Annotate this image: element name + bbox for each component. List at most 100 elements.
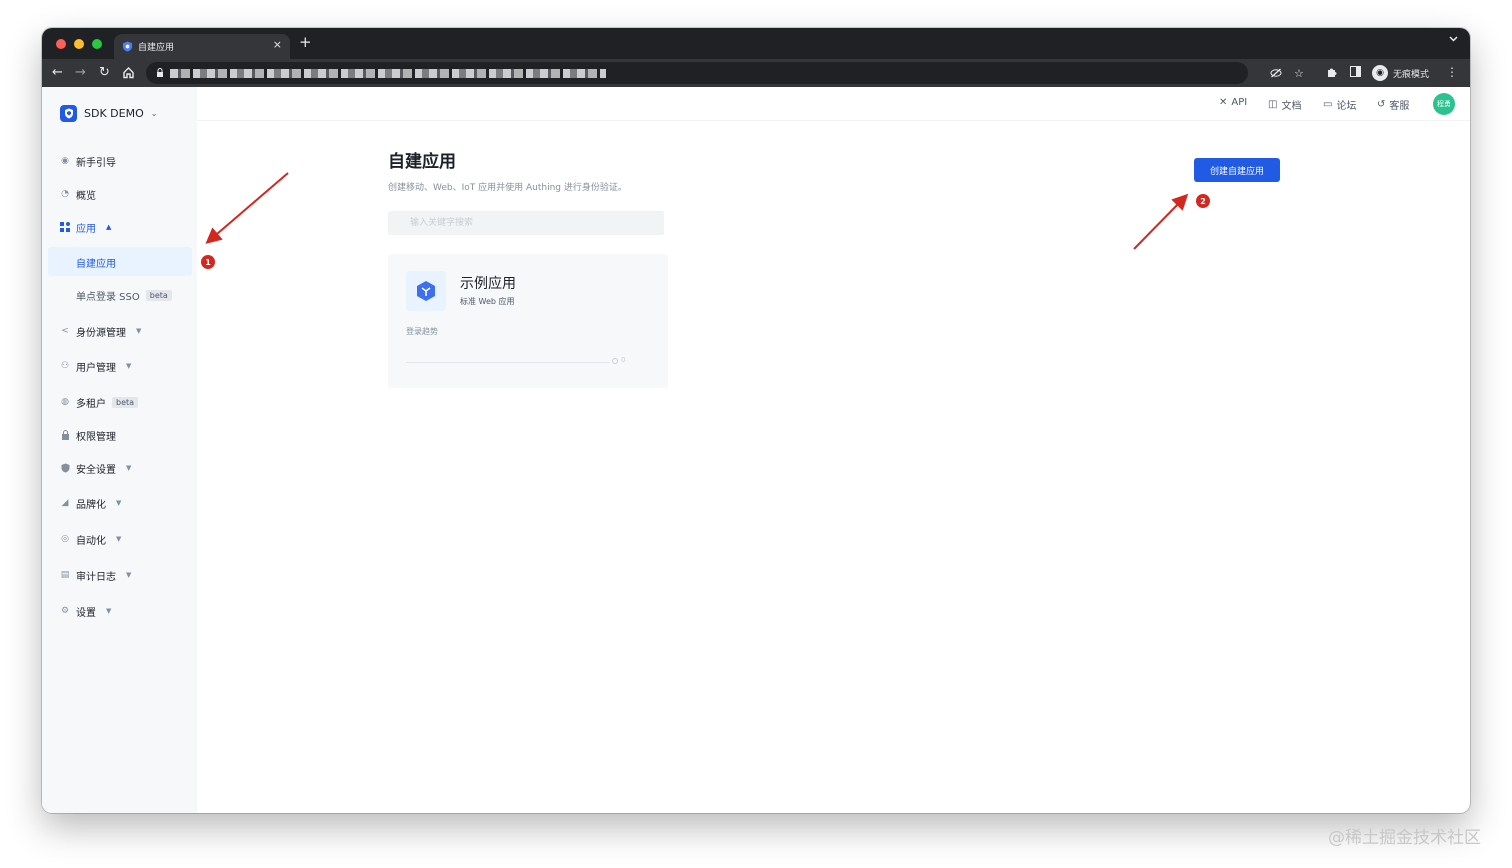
browser-tab-bar: 自建应用 × + <box>42 28 1470 59</box>
sidebar-item-label: 自建应用 <box>76 258 116 270</box>
sidebar: SDK DEMO ⌄ ◉ 新手引导 ◔ 概览 应用 ▲ 自建应用 单点登录 SS… <box>42 87 197 813</box>
api-link[interactable]: ✕ API <box>1219 97 1247 108</box>
trend-value: 0 <box>621 356 626 364</box>
api-icon: ✕ <box>1219 97 1228 108</box>
avatar[interactable]: 程勇 <box>1433 93 1455 115</box>
forum-link[interactable]: ▭ 论坛 <box>1323 97 1356 112</box>
app-type: 标准 Web 应用 <box>460 297 515 306</box>
log-icon: ▤ <box>60 570 70 580</box>
page-description: 创建移动、Web、IoT 应用并使用 Authing 进行身份验证。 <box>388 183 627 193</box>
support-link[interactable]: ↺ 客服 <box>1377 97 1409 112</box>
share-icon: < <box>61 326 69 336</box>
close-icon[interactable]: × <box>273 38 282 51</box>
trend-line <box>406 362 610 363</box>
app-card[interactable]: 示例应用 标准 Web 应用 登录趋势 0 <box>388 254 668 388</box>
pie-chart-icon: ◔ <box>61 189 69 199</box>
sidebar-item-guide[interactable]: ◉ 新手引导 <box>60 153 116 169</box>
brand-name: SDK DEMO <box>84 107 144 120</box>
back-arrow-icon[interactable]: ← <box>52 65 63 81</box>
sidebar-item-identity-sources[interactable]: < 身份源管理 ▼ <box>60 323 141 339</box>
window-controls <box>56 39 102 49</box>
sidebar-item-label: 新手引导 <box>76 157 116 169</box>
sidebar-item-label: 审计日志 <box>76 571 116 583</box>
sidebar-item-permissions[interactable]: 权限管理 <box>60 427 116 443</box>
sidebar-item-label: 单点登录 SSO <box>76 291 140 303</box>
app-name: 示例应用 <box>460 276 516 292</box>
forward-arrow-icon[interactable]: → <box>75 65 86 81</box>
globe-icon: ◍ <box>61 397 69 407</box>
create-app-button[interactable]: 创建自建应用 <box>1194 158 1280 182</box>
annotation-marker-2: 2 <box>1196 194 1210 208</box>
browser-tab[interactable]: 自建应用 × <box>114 34 290 59</box>
sidebar-item-label: 自动化 <box>76 535 106 547</box>
top-nav: ✕ API ◫ 文档 ▭ 论坛 ↺ 客服 程勇 <box>197 87 1470 121</box>
gear-icon: ⚙ <box>60 606 70 616</box>
sidebar-subitem-sso[interactable]: 单点登录 SSO beta <box>76 287 172 303</box>
new-tab-button[interactable]: + <box>299 33 312 51</box>
brand-logo-icon <box>60 105 77 122</box>
close-window-button[interactable] <box>56 39 66 49</box>
sidebar-item-label: 身份源管理 <box>76 327 126 339</box>
home-icon[interactable] <box>122 66 135 79</box>
sidebar-item-label: 概览 <box>76 190 96 202</box>
sidebar-item-label: 品牌化 <box>76 499 106 511</box>
browser-toolbar: ← → ↻ ☆ ◉ 无痕模式 ⋮ <box>42 59 1470 87</box>
chevron-down-icon: ▼ <box>116 499 122 507</box>
address-bar[interactable]: ☆ <box>146 62 1304 84</box>
sidebar-item-branding[interactable]: ◢ 品牌化 ▼ <box>60 495 122 511</box>
sidebar-item-automation[interactable]: ◎ 自动化 ▼ <box>60 531 121 547</box>
sidebar-item-users[interactable]: ⚇ 用户管理 ▼ <box>60 358 131 374</box>
trend-point <box>612 358 618 364</box>
automation-icon: ◎ <box>61 534 69 544</box>
sidebar-item-label: 应用 <box>76 223 96 235</box>
chevron-down-icon: ▼ <box>126 464 132 472</box>
sidebar-item-label: 多租户 <box>76 398 106 410</box>
org-chart-icon: ⚇ <box>60 361 70 371</box>
shield-icon <box>60 463 70 473</box>
headset-icon: ↺ <box>1377 99 1386 110</box>
lock-icon <box>60 430 70 440</box>
chevron-up-icon: ▲ <box>106 223 112 231</box>
incognito-icon: ◉ <box>1372 65 1388 81</box>
brush-icon: ◢ <box>61 498 69 508</box>
book-icon: ◫ <box>1268 99 1278 110</box>
blurred-url <box>170 69 606 78</box>
sidebar-item-apps[interactable]: 应用 ▲ <box>60 219 111 235</box>
sidebar-item-audit-logs[interactable]: ▤ 审计日志 ▼ <box>60 567 132 583</box>
tab-title: 自建应用 <box>138 43 175 53</box>
docs-link[interactable]: ◫ 文档 <box>1268 97 1301 112</box>
browser-window: 自建应用 × + ← → ↻ ☆ ◉ 无痕模式 ⋮ SDK DEMO ⌄ ◉ 新… <box>42 28 1470 813</box>
incognito-profile[interactable]: ◉ 无痕模式 <box>1370 62 1435 84</box>
sidebar-item-security[interactable]: 安全设置 ▼ <box>60 460 131 476</box>
guide-icon: ◉ <box>61 156 69 166</box>
search-input[interactable] <box>388 211 664 235</box>
sidepanel-icon[interactable] <box>1350 66 1361 77</box>
extensions-puzzle-icon[interactable] <box>1326 66 1338 78</box>
sidebar-item-tenants[interactable]: ◍ 多租户 beta <box>60 394 139 410</box>
chevron-down-icon: ▼ <box>126 571 132 579</box>
lock-icon <box>157 68 163 77</box>
apps-grid-icon <box>60 222 70 232</box>
minimize-window-button[interactable] <box>74 39 84 49</box>
sidebar-item-overview[interactable]: ◔ 概览 <box>60 186 96 202</box>
reload-icon[interactable]: ↻ <box>99 65 110 81</box>
watermark: @稀土掘金技术社区 <box>1328 828 1481 848</box>
sidebar-item-label: 权限管理 <box>76 431 116 443</box>
star-icon[interactable]: ☆ <box>1294 67 1304 80</box>
chevron-down-icon: ⌄ <box>150 109 158 118</box>
chevron-down-icon: ▼ <box>116 535 122 543</box>
app-container: SDK DEMO ⌄ ◉ 新手引导 ◔ 概览 应用 ▲ 自建应用 单点登录 SS… <box>42 87 1470 813</box>
page-title: 自建应用 <box>388 152 456 172</box>
chevron-down-icon: ▼ <box>136 327 142 335</box>
chevron-down-icon[interactable] <box>1449 36 1458 42</box>
annotation-marker-1: 1 <box>201 255 215 269</box>
brand-switcher[interactable]: SDK DEMO ⌄ <box>60 105 157 122</box>
menu-kebab-icon[interactable]: ⋮ <box>1446 65 1458 79</box>
eye-off-icon[interactable] <box>1270 68 1282 78</box>
sidebar-item-settings[interactable]: ⚙ 设置 ▼ <box>60 603 111 619</box>
beta-badge: beta <box>145 289 172 301</box>
active-item-highlight <box>48 247 192 276</box>
login-trend-label: 登录趋势 <box>406 327 438 336</box>
maximize-window-button[interactable] <box>92 39 102 49</box>
sidebar-subitem-custom-apps[interactable]: 自建应用 <box>76 254 116 270</box>
